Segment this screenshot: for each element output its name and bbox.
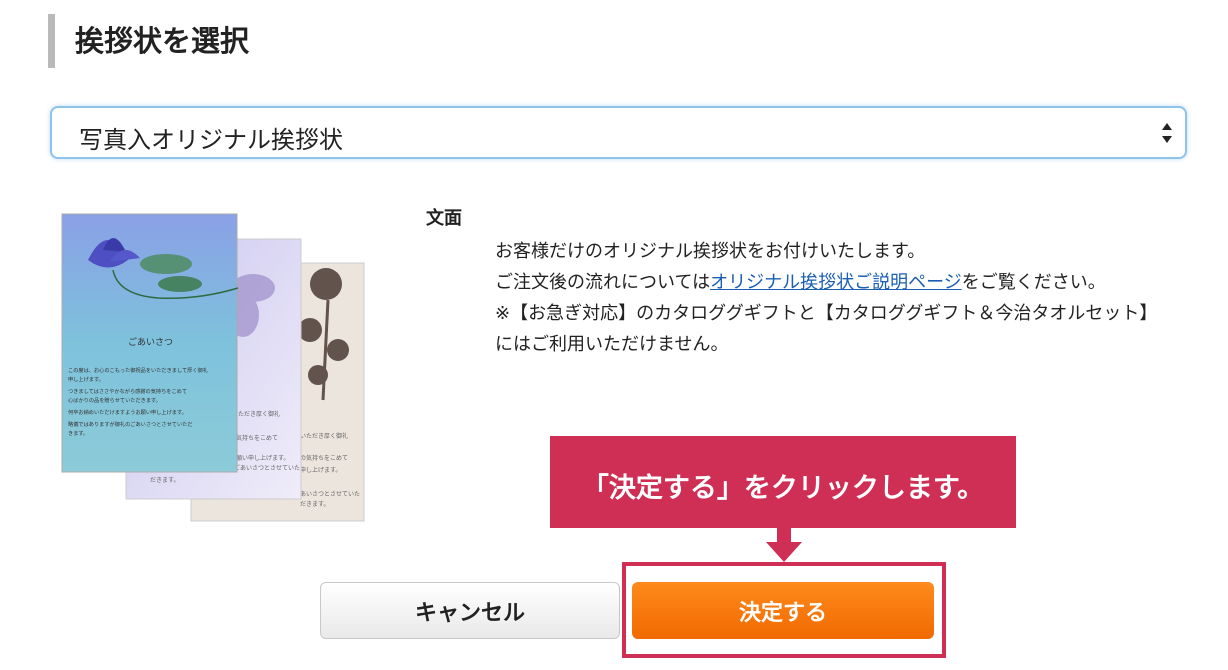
mid-line-3: 願い申し上げます。 [236,454,289,462]
description-line-2-post: をご覧ください。 [961,272,1106,293]
description-line-3: ※【お急ぎ対応】のカタロググギフトと【カタロググギフト＆今治タオルセット】 [495,303,1158,324]
card-preview-image: いただき厚く御礼 の気持ちをこめて 申し上げます。 あいさつとさせていた だきま… [61,213,365,522]
select-value: 写真入オリジナル挨拶状 [79,126,343,154]
arrow-down-icon [766,528,802,562]
card-line-2: 申し上げます。 [68,375,104,383]
mid-line-5: だきます。 [150,477,179,484]
card-line-7: きます。 [68,430,88,437]
description-line-1: お客様だけのオリジナル挨拶状をお付けいたします。 [495,241,926,262]
description-line-2: ご注文後の流れについてはオリジナル挨拶状ご説明ページをご覧ください。 [495,267,1157,298]
description-heading: 文面 [426,208,462,229]
instruction-callout: 「決定する」をクリックします。 [550,436,1016,528]
mid-line-2: 気持ちをこめて [236,434,278,442]
page-title: 挨拶状を選択 [75,24,250,58]
back-line-5: だきます。 [300,501,329,508]
select-updown-icon [1162,123,1172,143]
page-title-block: 挨拶状を選択 [48,14,249,68]
back-line-4: あいさつとさせていた [300,491,360,498]
back-line-2: の気持ちをこめて [300,454,348,462]
card-line-6: 略儀ではありますが御礼のごあいさつとさせていただ [68,420,193,428]
card-line-5: 何卒お納めいただけますようお願い申し上げます。 [68,408,187,416]
original-card-info-link[interactable]: オリジナル挨拶状ご説明ページ [710,272,962,293]
decide-button[interactable]: 決定する [632,582,934,639]
greeting-card-select[interactable]: 写真入オリジナル挨拶状 [50,106,1187,159]
mid-line-4: ごあいさつとさせていた [234,464,300,472]
card-line-4: 心ばかりの品を贈らせていただきます。 [68,396,161,404]
cancel-button[interactable]: キャンセル [320,582,620,639]
card-line-1: この度は、お心のこもった御祝品をいただきまして厚く御礼 [68,366,208,374]
card-line-3: つきましてはささやかながら感謝の気持ちをこめて [68,387,187,395]
description-line-4: にはご利用いただけません。 [495,334,729,355]
card-front: ごあいさつ この度は、お心のこもった御祝品をいただきまして厚く御礼 申し上げます… [61,213,239,473]
description-line-2-pre: ご注文後の流れについては [495,272,711,293]
callout-text: 「決定する」をクリックします。 [581,473,985,504]
mid-line-1: いただき厚く御礼 [232,410,280,418]
card-title: ごあいさつ [128,336,173,348]
back-line-1: いただき厚く御礼 [300,432,348,440]
back-line-3: 申し上げます。 [300,466,341,474]
description-text: お客様だけのオリジナル挨拶状をお付けいたします。 ご注文後の流れについてはオリジ… [495,236,1157,360]
